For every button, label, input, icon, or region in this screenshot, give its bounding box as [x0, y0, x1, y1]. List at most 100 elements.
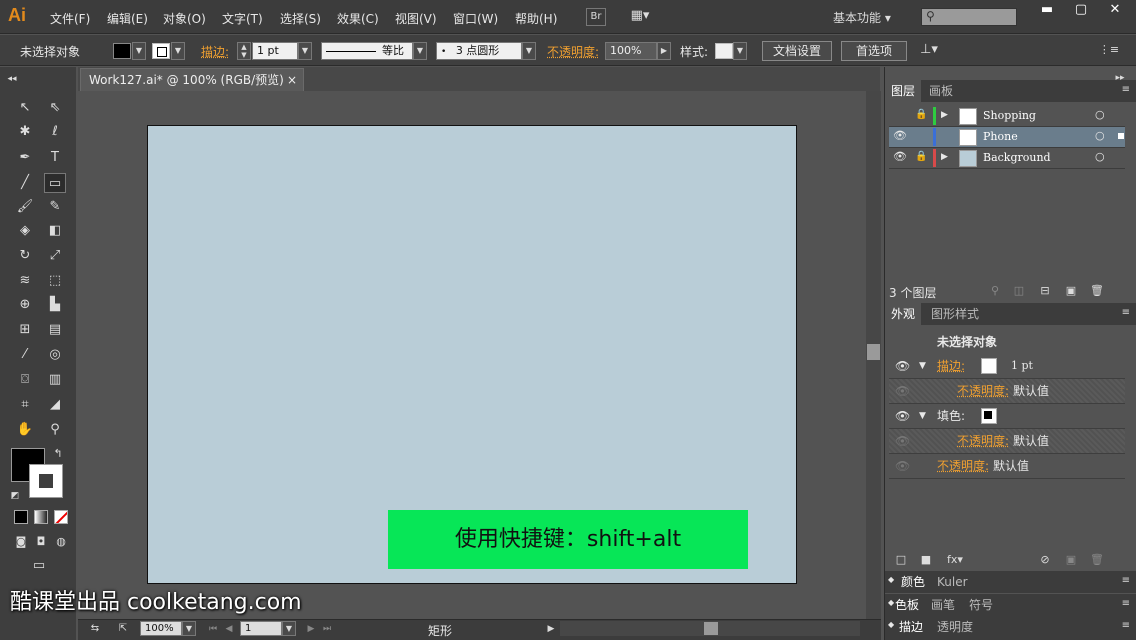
lock-icon[interactable]: 🔒: [915, 151, 927, 162]
scale-tool-icon[interactable]: ⤢: [44, 246, 66, 266]
pencil-tool-icon[interactable]: ✎: [44, 197, 66, 217]
appearance-panel-menu-icon[interactable]: ≡: [1122, 307, 1130, 318]
zoom-tool-icon[interactable]: ⚲: [44, 420, 66, 440]
align-options-icon[interactable]: ⊥▾: [918, 40, 940, 60]
delete-item-icon[interactable]: 🗑: [1086, 550, 1108, 570]
default-colors-icon[interactable]: ◩: [8, 486, 22, 506]
fill-dropdown-icon[interactable]: ▼: [132, 42, 146, 60]
pen-tool-icon[interactable]: ✒: [14, 148, 36, 168]
variable-width-profile[interactable]: 等比: [321, 42, 413, 60]
gradient-tool-icon[interactable]: ▤: [44, 320, 66, 340]
stroke-stepper-icon[interactable]: ▲ ▼: [237, 42, 251, 60]
fill-opacity-label[interactable]: 不透明度:: [957, 429, 1009, 453]
rotate-tool-icon[interactable]: ↻: [14, 246, 36, 266]
target-icon[interactable]: ○: [1095, 129, 1105, 142]
menu-object[interactable]: 对象(O): [163, 10, 206, 27]
eraser-tool-icon[interactable]: ◧: [44, 221, 66, 241]
appearance-fill-row[interactable]: 👁 ▼ 填色:: [889, 404, 1125, 429]
new-layer-icon[interactable]: ▣: [1060, 281, 1082, 301]
selection-tool-icon[interactable]: ↖: [14, 98, 36, 118]
zoom-dropdown-icon[interactable]: ▼: [182, 621, 196, 636]
none-mode-icon[interactable]: [54, 510, 68, 524]
graphic-style-swatch[interactable]: [715, 43, 733, 59]
tab-kuler[interactable]: Kuler: [931, 571, 974, 593]
stroke-swatch-mini[interactable]: [981, 358, 997, 374]
shape-builder-tool-icon[interactable]: ⊕: [14, 295, 36, 315]
eye-icon[interactable]: 👁: [893, 150, 907, 163]
brush-dropdown-icon[interactable]: ▼: [522, 42, 536, 60]
artboard-number-field[interactable]: 1: [240, 621, 282, 636]
opacity-label[interactable]: 不透明度:: [547, 43, 599, 60]
direct-selection-tool-icon[interactable]: ⇖: [44, 98, 66, 118]
eye-icon[interactable]: 👁: [895, 429, 910, 453]
paintbrush-tool-icon[interactable]: 🖌: [14, 197, 36, 217]
line-tool-icon[interactable]: ╱: [14, 173, 36, 193]
clear-appearance-icon[interactable]: ⊘: [1034, 550, 1056, 570]
layer-name[interactable]: Phone: [983, 130, 1018, 143]
profile-dropdown-icon[interactable]: ▼: [413, 42, 427, 60]
scrollbar-thumb[interactable]: [867, 344, 880, 360]
tab-stroke[interactable]: 描边: [893, 616, 929, 638]
disclosure-triangle-icon[interactable]: ▼: [919, 404, 926, 428]
eye-icon[interactable]: 👁: [895, 454, 910, 478]
appearance-fill-opacity-row[interactable]: 👁 不透明度: 默认值: [889, 429, 1125, 454]
horizontal-scrollbar-thumb[interactable]: [704, 622, 718, 635]
eye-icon[interactable]: 👁: [895, 354, 910, 378]
rectangle-tool-icon[interactable]: ▭: [44, 173, 66, 193]
status-menu-icon[interactable]: ▶: [540, 619, 562, 639]
stroke-opacity-label[interactable]: 不透明度:: [957, 379, 1009, 403]
minimize-icon[interactable]: ▬: [1030, 0, 1064, 20]
share-icon[interactable]: ⇱: [112, 619, 134, 639]
tab-artboards[interactable]: 画板: [923, 80, 959, 102]
width-tool-icon[interactable]: ≋: [14, 271, 36, 291]
stroke-color-swatch[interactable]: [29, 464, 63, 498]
stroke-label[interactable]: 描边:: [201, 43, 229, 60]
stroke-dropdown-icon[interactable]: ▼: [171, 42, 185, 60]
delete-layer-icon[interactable]: 🗑: [1086, 281, 1108, 301]
color-panel-menu-icon[interactable]: ≡: [1122, 575, 1130, 586]
menu-file[interactable]: 文件(F): [50, 10, 90, 27]
stroke-swatch[interactable]: [152, 43, 170, 59]
menu-view[interactable]: 视图(V): [395, 10, 437, 27]
close-icon[interactable]: ✕: [1098, 0, 1132, 20]
tab-layers[interactable]: 图层: [885, 80, 922, 102]
column-graph-tool-icon[interactable]: ▥: [44, 370, 66, 390]
stroke-weight-field[interactable]: 1 pt: [252, 42, 298, 60]
stroke-panel-menu-icon[interactable]: ≡: [1122, 620, 1130, 631]
tab-brushes[interactable]: 画笔: [925, 594, 961, 616]
mesh-tool-icon[interactable]: ⊞: [14, 320, 36, 340]
eye-icon[interactable]: 👁: [895, 379, 910, 403]
collapse-icon[interactable]: ◂◂: [6, 69, 18, 89]
menu-select[interactable]: 选择(S): [280, 10, 321, 27]
preferences-button[interactable]: 首选项: [841, 41, 907, 61]
make-clipping-mask-icon[interactable]: ◫: [1008, 281, 1030, 301]
perspective-grid-tool-icon[interactable]: ▙: [44, 295, 66, 315]
artboard-tool-icon[interactable]: ⌗: [14, 395, 36, 415]
layer-name[interactable]: Shopping: [983, 109, 1036, 122]
symbol-sprayer-tool-icon[interactable]: ⌼: [14, 370, 36, 390]
tab-graphic-styles[interactable]: 图形样式: [925, 303, 985, 325]
last-artboard-icon[interactable]: ⏭: [316, 619, 338, 639]
draw-inside-icon[interactable]: ◍: [52, 532, 70, 552]
opacity-field[interactable]: 100%: [605, 42, 657, 60]
document-setup-button[interactable]: 文档设置: [762, 41, 832, 61]
appearance-stroke-label[interactable]: 描边:: [937, 354, 965, 378]
locate-object-icon[interactable]: ⚲: [984, 281, 1006, 301]
color-mode-icon[interactable]: [14, 510, 28, 524]
expand-triangle-icon[interactable]: ▶: [941, 110, 948, 120]
tab-transparency[interactable]: 透明度: [931, 616, 979, 638]
menu-type[interactable]: 文字(T): [222, 10, 263, 27]
prev-artboard-icon[interactable]: ◀: [218, 619, 240, 639]
lock-icon[interactable]: 🔒: [915, 109, 927, 120]
opacity-dropdown-icon[interactable]: ▶: [657, 42, 671, 60]
eye-icon[interactable]: 👁: [895, 404, 910, 428]
workspace-switcher[interactable]: 基本功能 ▾: [833, 9, 891, 26]
target-icon[interactable]: ○: [1095, 108, 1105, 121]
appearance-opacity-row[interactable]: 👁 不透明度: 默认值: [889, 454, 1125, 479]
tab-color[interactable]: 颜色: [895, 571, 931, 593]
blob-brush-tool-icon[interactable]: ◈: [14, 221, 36, 241]
fill-swatch-mini[interactable]: [981, 408, 997, 424]
hand-tool-icon[interactable]: ✋: [14, 420, 36, 440]
swatches-panel-menu-icon[interactable]: ≡: [1122, 598, 1130, 609]
style-dropdown-icon[interactable]: ▼: [733, 42, 747, 60]
